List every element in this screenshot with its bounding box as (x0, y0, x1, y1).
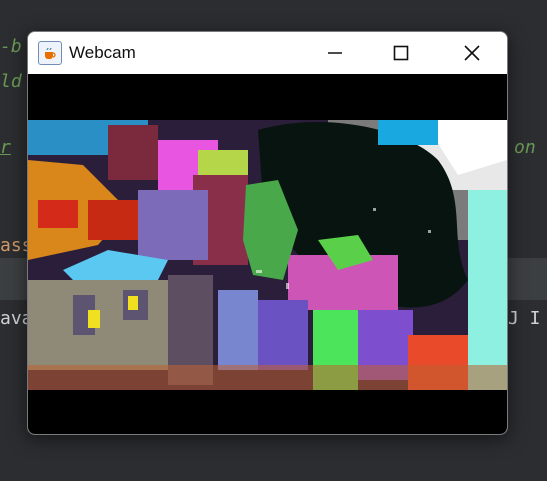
minimize-icon (328, 52, 342, 54)
minimize-button[interactable] (311, 32, 359, 74)
ide-code-fragment: -b (0, 36, 22, 57)
ide-code-fragment: ld (0, 71, 22, 92)
maximize-button[interactable] (377, 32, 425, 74)
close-icon (464, 45, 480, 61)
window-title: Webcam (69, 43, 136, 62)
webcam-image (28, 120, 507, 390)
title-bar[interactable]: Webcam (28, 32, 507, 74)
java-coffee-cup-icon (38, 41, 62, 65)
ide-code-fragment: r (0, 137, 11, 158)
ide-code-fragment: on (514, 137, 536, 158)
webcam-window[interactable]: Webcam (27, 31, 508, 435)
close-button[interactable] (448, 32, 496, 74)
webcam-frame (28, 120, 507, 390)
ide-code-fragment: J I (508, 308, 541, 329)
video-area (28, 74, 507, 434)
maximize-icon (393, 45, 409, 61)
